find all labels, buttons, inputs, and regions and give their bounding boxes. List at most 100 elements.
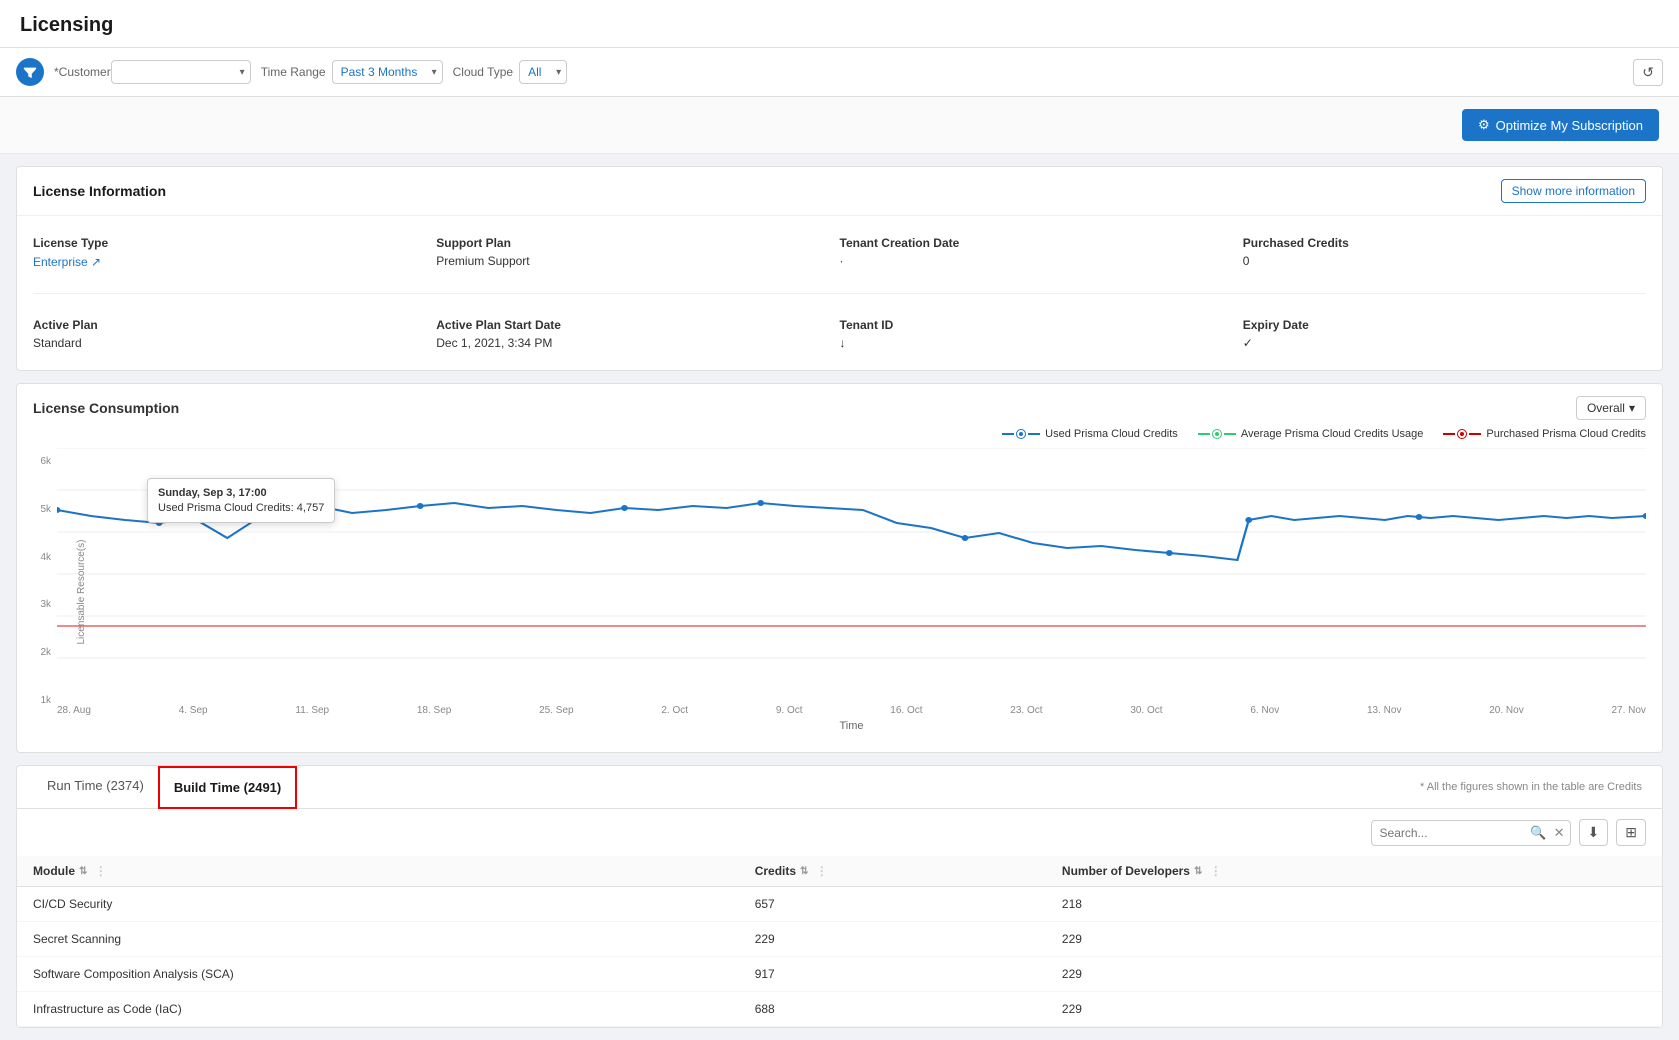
legend-used-credits: Used Prisma Cloud Credits	[1002, 428, 1178, 440]
table-body: CI/CD Security 657 218 Secret Scanning 2…	[17, 887, 1662, 1027]
row-actions	[1622, 887, 1662, 922]
y-label-5k: 5k	[33, 504, 51, 515]
active-plan-start-label: Active Plan Start Date	[436, 318, 827, 332]
expiry-date-value: ✓	[1243, 336, 1634, 350]
y-label-2k: 2k	[33, 647, 51, 658]
credits-cell: 688	[739, 992, 1046, 1027]
time-range-select[interactable]: Past 3 Months	[332, 60, 443, 84]
y-label-4k: 4k	[33, 552, 51, 563]
developers-cell: 218	[1046, 887, 1622, 922]
credits-col-resizer[interactable]: ⋮	[816, 864, 822, 878]
customer-dropdown-wrapper[interactable]: *Customer ▾	[54, 60, 251, 84]
reset-button[interactable]: ↺	[1633, 59, 1663, 86]
x-axis-label: Time	[57, 716, 1646, 736]
developers-cell: 229	[1046, 992, 1622, 1027]
header-row: Module ⇅ ⋮ Credits ⇅ ⋮ Number of Develop…	[17, 856, 1662, 887]
customer-select[interactable]	[111, 60, 251, 84]
license-info-grid: License Type Enterprise ↗ Support Plan P…	[17, 216, 1662, 370]
cloud-type-group: Cloud Type All ▾	[453, 60, 568, 84]
developers-sort[interactable]: Number of Developers ⇅	[1062, 864, 1202, 878]
y-label-6k: 6k	[33, 456, 51, 467]
module-cell: Software Composition Analysis (SCA)	[17, 957, 739, 992]
x-label-sep11: 11. Sep	[295, 705, 329, 716]
chart-header: License Consumption Overall ▾	[17, 384, 1662, 428]
module-cell: CI/CD Security	[17, 887, 739, 922]
x-label-oct16: 16. Oct	[890, 705, 922, 716]
legend-average-credits-label: Average Prisma Cloud Credits Usage	[1241, 428, 1424, 440]
table-row[interactable]: Infrastructure as Code (IaC) 688 229	[17, 992, 1662, 1027]
tenant-id-label: Tenant ID	[840, 318, 1231, 332]
support-plan-cell: Support Plan Premium Support	[436, 228, 839, 277]
module-cell: Infrastructure as Code (IaC)	[17, 992, 739, 1027]
actions-column-header	[1622, 856, 1662, 887]
overall-label: Overall	[1587, 401, 1625, 415]
customer-label: *Customer	[54, 65, 111, 79]
developers-cell: 229	[1046, 922, 1622, 957]
tenant-creation-date-value: ·	[840, 254, 1231, 268]
developers-col-resizer[interactable]: ⋮	[1210, 864, 1216, 878]
chart-svg	[57, 448, 1646, 698]
license-type-value[interactable]: Enterprise ↗	[33, 255, 101, 269]
chart-plot-area: Licensable Resource(s)	[57, 448, 1646, 736]
tenant-id-value: ↓	[840, 336, 1231, 350]
cloud-type-dropdown-wrapper[interactable]: All ▾	[519, 60, 567, 84]
tabs-container: Run Time (2374) Build Time (2491)	[33, 766, 297, 808]
y-axis: 6k 5k 4k 3k 2k 1k	[17, 448, 57, 736]
optimize-subscription-button[interactable]: ⚙ Optimize My Subscription	[1462, 109, 1659, 141]
time-range-label: Time Range	[261, 65, 326, 79]
module-cell: Secret Scanning	[17, 922, 739, 957]
support-plan-value: Premium Support	[436, 254, 827, 268]
data-table: Module ⇅ ⋮ Credits ⇅ ⋮ Number of Develop…	[17, 856, 1662, 1027]
cloud-type-select[interactable]: All	[519, 60, 567, 84]
row-actions	[1622, 992, 1662, 1027]
module-col-resizer[interactable]: ⋮	[95, 864, 101, 878]
search-clear-icon[interactable]: ✕	[1554, 825, 1565, 841]
x-label-aug28: 28. Aug	[57, 705, 91, 716]
optimize-label: Optimize My Subscription	[1496, 118, 1643, 133]
tenant-creation-date-cell: Tenant Creation Date ·	[840, 228, 1243, 277]
purchased-credits-value: 0	[1243, 254, 1634, 268]
cloud-type-label: Cloud Type	[453, 65, 514, 79]
developers-column-header[interactable]: Number of Developers ⇅ ⋮	[1046, 856, 1622, 887]
y-axis-label: Licensable Resource(s)	[76, 539, 87, 644]
tenant-id-cell: Tenant ID ↓	[840, 310, 1243, 358]
x-label-nov13: 13. Nov	[1367, 705, 1401, 716]
table-header: Module ⇅ ⋮ Credits ⇅ ⋮ Number of Develop…	[17, 856, 1662, 887]
x-label-oct9: 9. Oct	[776, 705, 803, 716]
info-divider	[33, 293, 1646, 294]
table-row[interactable]: Secret Scanning 229 229	[17, 922, 1662, 957]
module-sort[interactable]: Module ⇅	[33, 864, 87, 878]
filter-icon[interactable]	[16, 58, 44, 86]
credits-sort[interactable]: Credits ⇅	[755, 864, 809, 878]
legend-purchased-credits-label: Purchased Prisma Cloud Credits	[1486, 428, 1646, 440]
tenant-creation-date-label: Tenant Creation Date	[840, 236, 1231, 250]
table-row[interactable]: Software Composition Analysis (SCA) 917 …	[17, 957, 1662, 992]
active-plan-label: Active Plan	[33, 318, 424, 332]
toolbar-right: ↺	[1633, 59, 1663, 86]
chart-container: 6k 5k 4k 3k 2k 1k Licensable Resource(s)	[17, 448, 1662, 736]
x-label-oct2: 2. Oct	[661, 705, 688, 716]
active-plan-cell: Active Plan Standard	[33, 310, 436, 358]
credits-column-header[interactable]: Credits ⇅ ⋮	[739, 856, 1046, 887]
overall-arrow: ▾	[1629, 401, 1635, 415]
tab-buildtime[interactable]: Build Time (2491)	[158, 766, 297, 809]
time-range-dropdown-wrapper[interactable]: Past 3 Months ▾	[332, 60, 443, 84]
page-title: Licensing	[20, 14, 113, 36]
show-more-button[interactable]: Show more information	[1501, 179, 1646, 203]
overall-dropdown[interactable]: Overall ▾	[1576, 396, 1646, 420]
columns-button[interactable]: ⊞	[1616, 819, 1646, 846]
x-label-nov20: 20. Nov	[1489, 705, 1523, 716]
y-label-1k: 1k	[33, 695, 51, 706]
row-actions	[1622, 957, 1662, 992]
purchased-credits-cell: Purchased Credits 0	[1243, 228, 1646, 277]
tab-runtime[interactable]: Run Time (2374)	[33, 766, 158, 808]
credits-cell: 229	[739, 922, 1046, 957]
chart-legend: Used Prisma Cloud Credits Average Prisma…	[17, 428, 1662, 448]
table-row[interactable]: CI/CD Security 657 218	[17, 887, 1662, 922]
credits-cell: 657	[739, 887, 1046, 922]
legend-average-credits: Average Prisma Cloud Credits Usage	[1198, 428, 1424, 440]
chart-title: License Consumption	[33, 400, 179, 416]
x-label-oct23: 23. Oct	[1010, 705, 1042, 716]
download-button[interactable]: ⬇	[1579, 819, 1609, 846]
module-column-header[interactable]: Module ⇅ ⋮	[17, 856, 739, 887]
